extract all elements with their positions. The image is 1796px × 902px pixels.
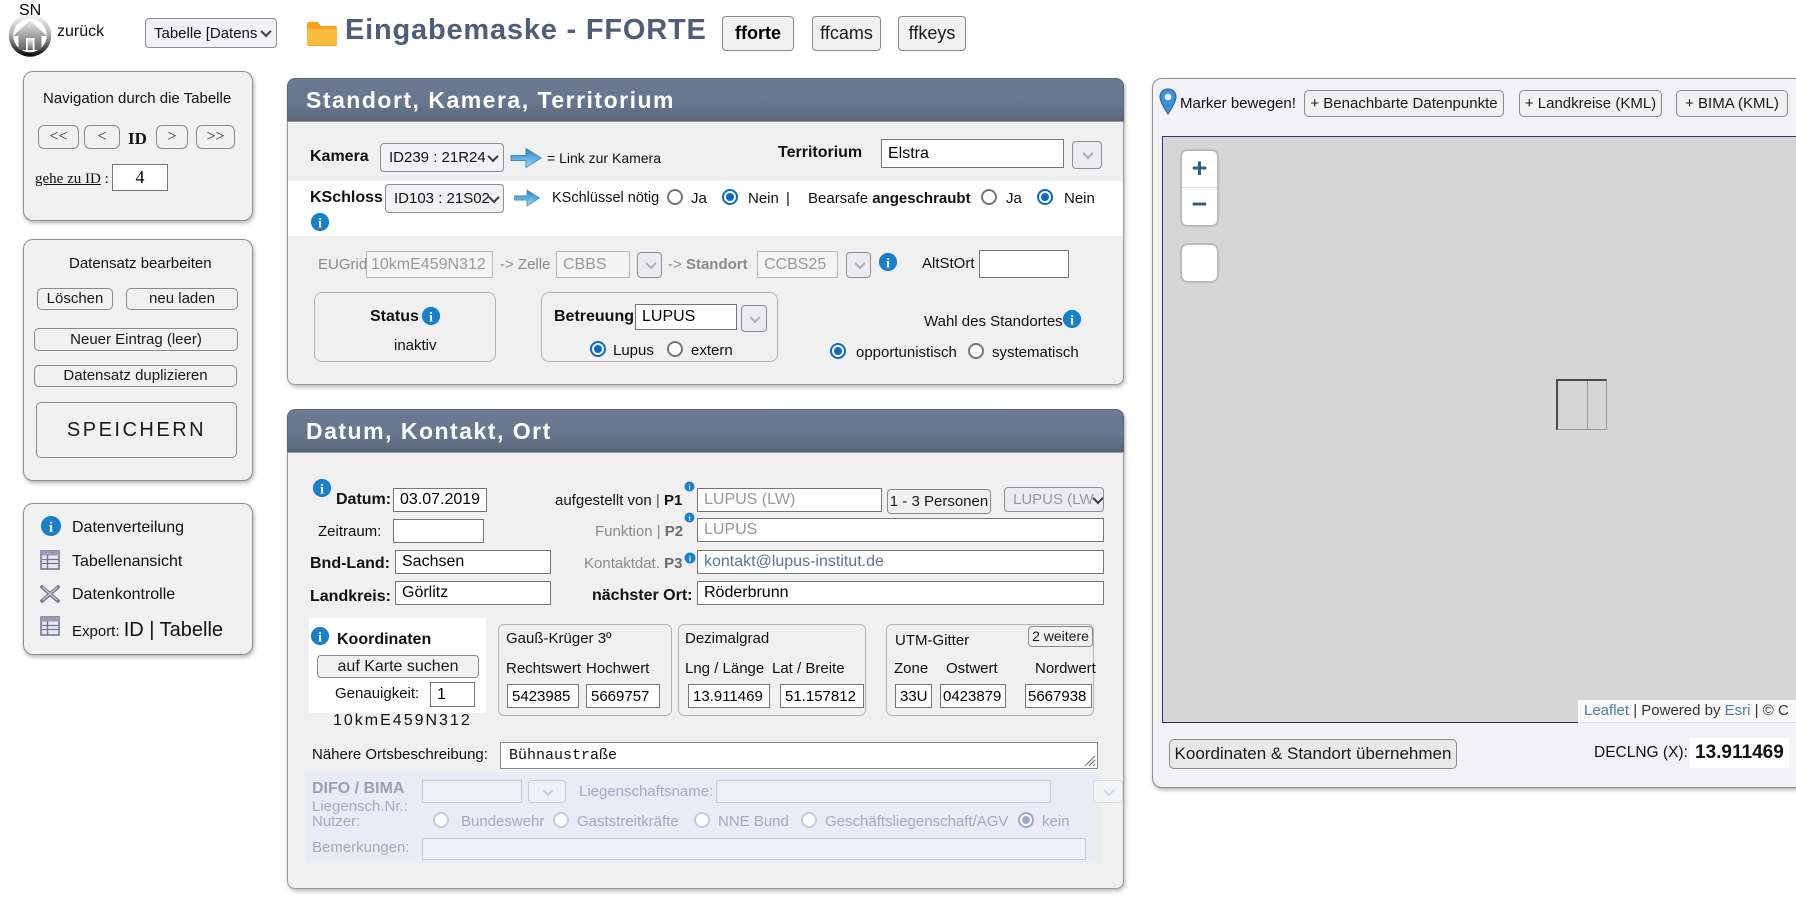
svg-text:i: i [688,514,690,523]
svg-text:i: i [318,215,322,230]
svg-text:i: i [320,481,324,496]
svg-text:i: i [886,255,890,270]
svg-text:i: i [318,629,322,644]
svg-text:i: i [429,309,433,324]
svg-text:i: i [1070,312,1074,327]
svg-text:i: i [49,520,53,536]
svg-text:i: i [688,483,690,492]
